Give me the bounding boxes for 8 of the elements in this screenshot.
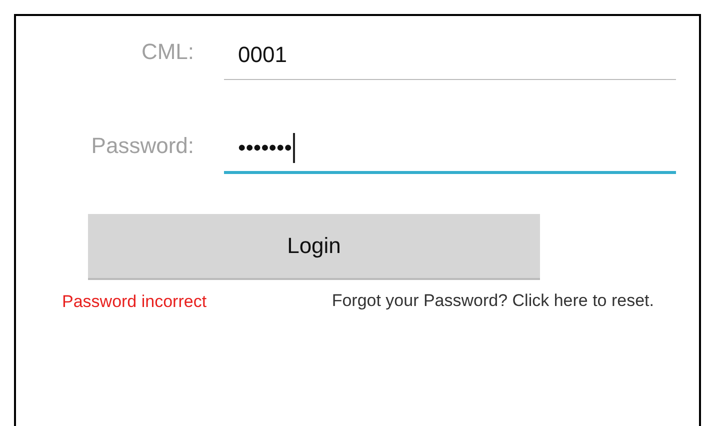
forgot-password-link[interactable]: Forgot your Password? Click here to reset. bbox=[294, 289, 654, 313]
input-field[interactable]: 0001 bbox=[224, 30, 676, 80]
field-label: CML: bbox=[141, 39, 194, 66]
text-cursor bbox=[292, 132, 295, 162]
input-field[interactable]: ••••••• bbox=[224, 124, 676, 174]
error-message: Password incorrect bbox=[62, 292, 207, 312]
login-button[interactable]: Login bbox=[88, 214, 540, 280]
field-label: Password: bbox=[91, 133, 194, 160]
